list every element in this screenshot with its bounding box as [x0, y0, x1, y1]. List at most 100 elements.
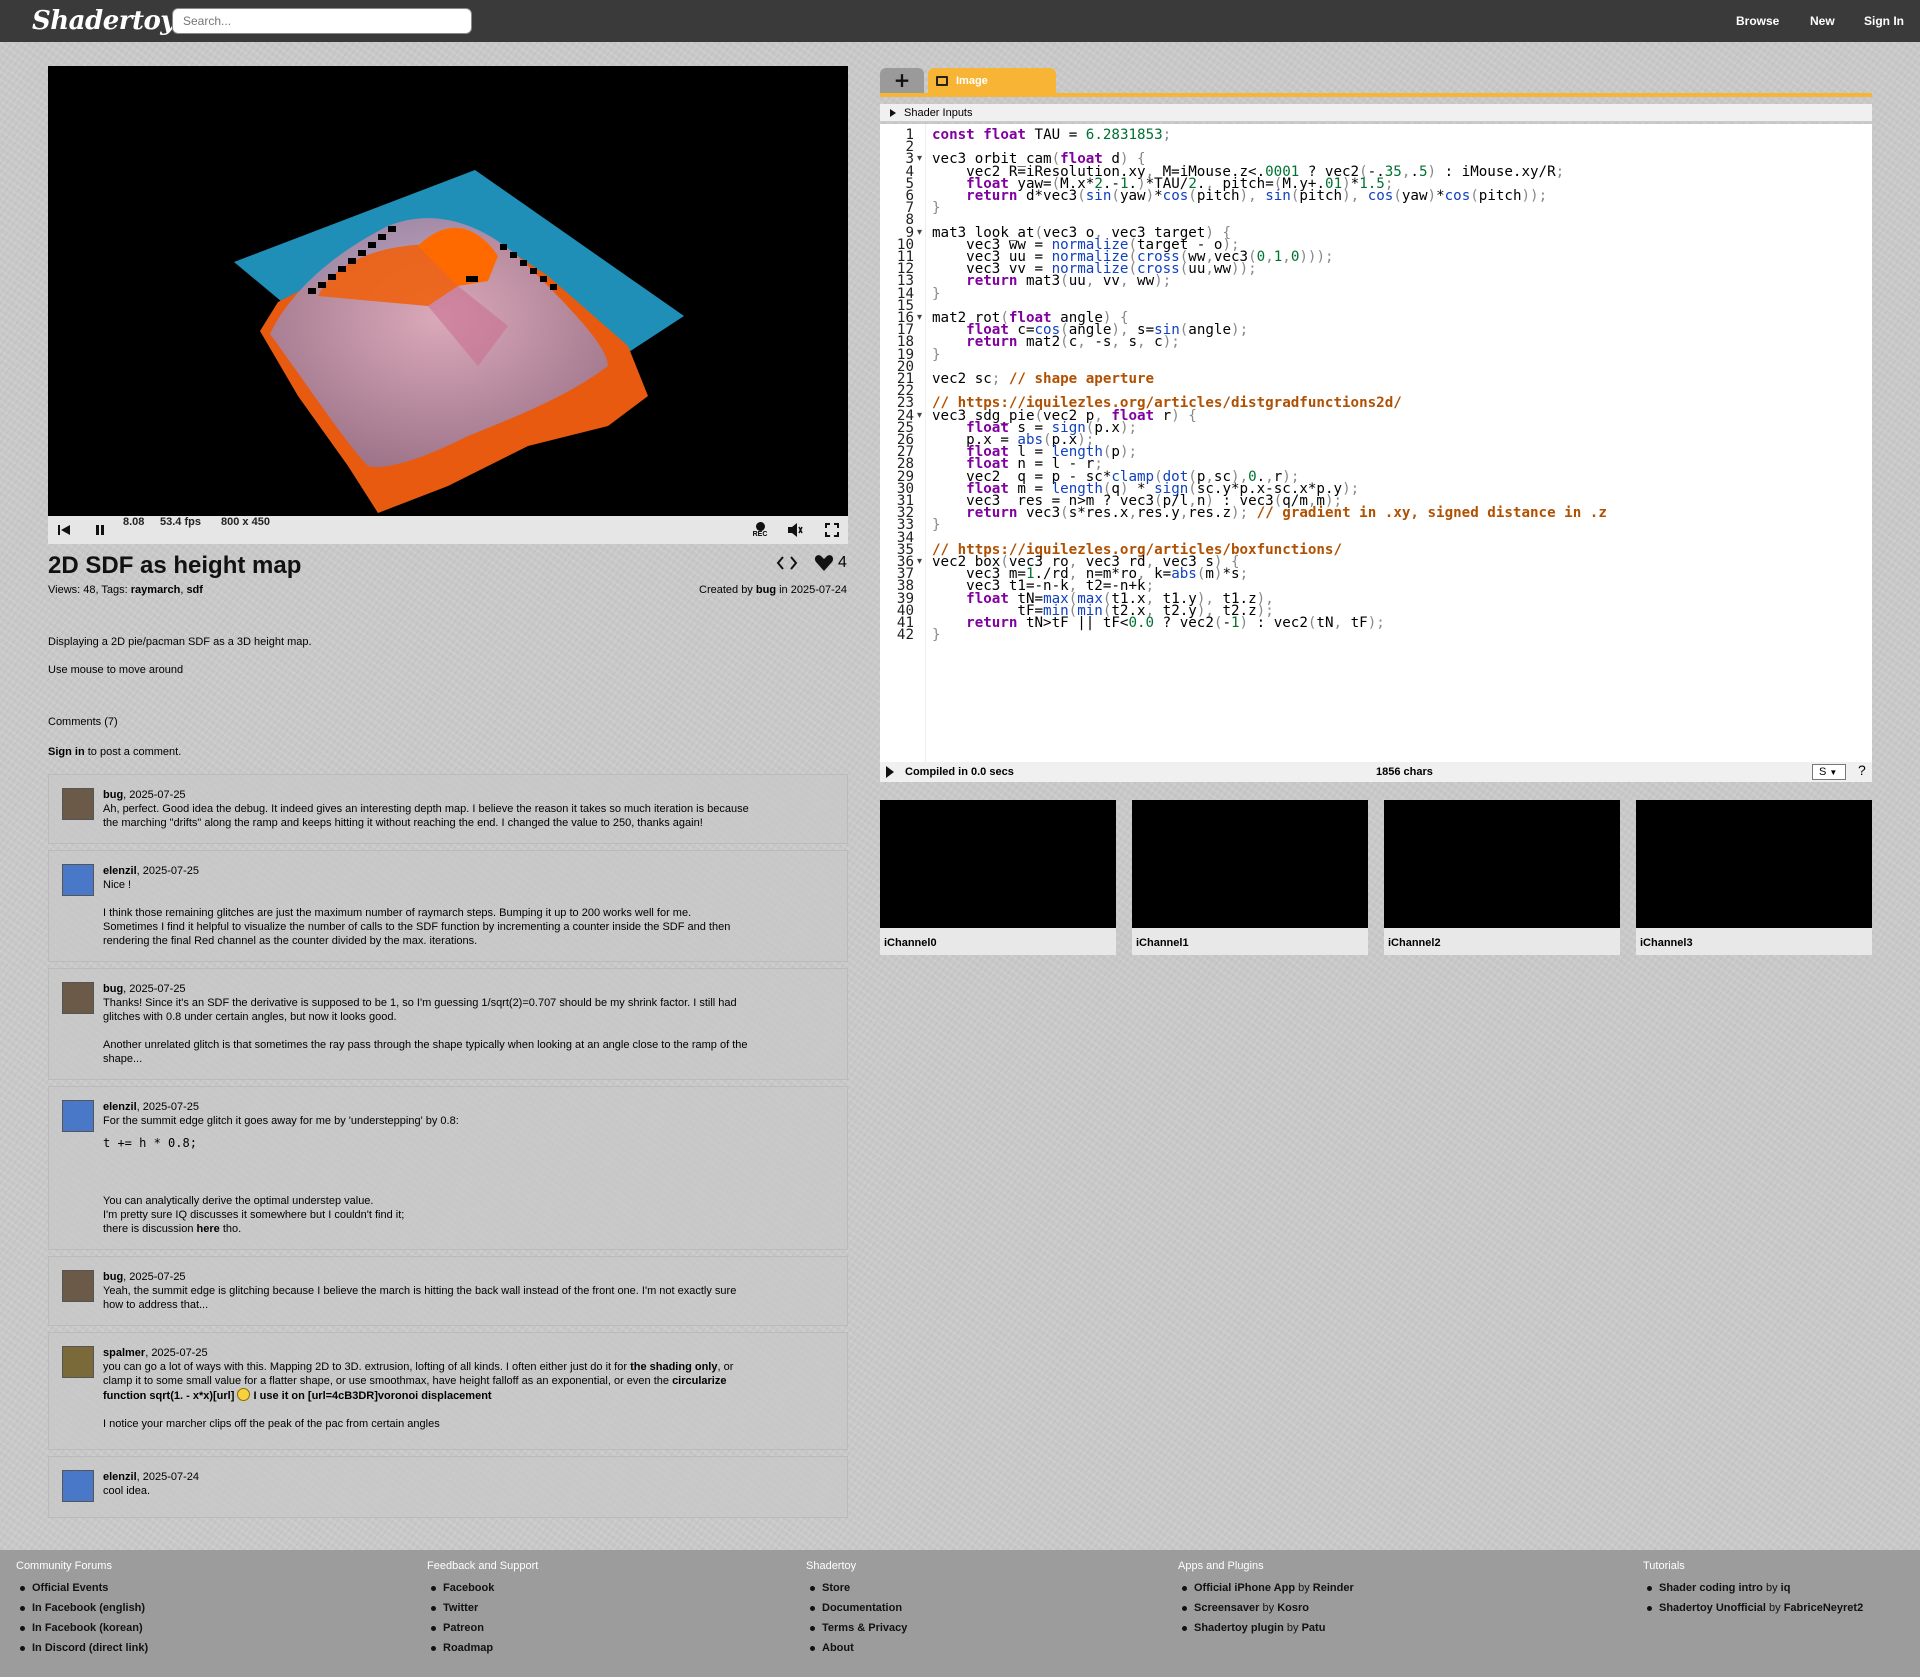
footer-link[interactable]: Documentation — [806, 1602, 907, 1622]
comment: bug, 2025-07-25 Ah, perfect. Good idea t… — [48, 774, 848, 844]
footer-link[interactable]: Shadertoy plugin by Patu — [1178, 1622, 1354, 1642]
comment-date: , 2025-07-25 — [123, 1271, 186, 1283]
shader-meta: Views: 48, Tags: raymarch, sdf — [48, 584, 203, 596]
shader-inputs-toggle[interactable]: Shader Inputs — [880, 104, 1872, 122]
comment-bold: I use it on [url=4cB3DR]voronoi displace… — [250, 1390, 492, 1402]
avatar[interactable] — [62, 788, 94, 820]
footer-link[interactable]: In Facebook (korean) — [16, 1622, 148, 1642]
footer-link[interactable]: Facebook — [427, 1582, 538, 1602]
code-line: return vec3(s*res.x,res.y,res.z); // gra… — [966, 505, 1607, 522]
footer-by: by — [1283, 1622, 1302, 1634]
footer-author-link[interactable]: Patu — [1302, 1622, 1326, 1634]
code-line: } — [932, 517, 941, 534]
channel-1[interactable]: iChannel1 — [1132, 800, 1368, 955]
footer-link[interactable]: Store — [806, 1582, 907, 1602]
comment-date: , 2025-07-25 — [123, 789, 186, 801]
comment-body: elenzil, 2025-07-24 cool idea. — [103, 1470, 817, 1498]
like-button[interactable]: 4 — [814, 554, 847, 572]
code-editor[interactable]: 1 2 3 ▾ 4 5 6 7 8 9 ▾ 10 11 12 13 14 15 16 ▾ 17 18 19 20 21 22 23… — [880, 124, 1872, 762]
avatar[interactable] — [62, 864, 94, 896]
footer-link[interactable]: Shader coding intro by iq — [1643, 1582, 1863, 1602]
comment-user[interactable]: spalmer — [103, 1347, 145, 1359]
nav-sign-in[interactable]: Sign In — [1864, 14, 1904, 28]
pause-button[interactable] — [90, 520, 110, 540]
tag-raymarch[interactable]: raymarch — [131, 584, 181, 596]
footer-author-link[interactable]: Reinder — [1313, 1582, 1354, 1594]
comment-body: bug, 2025-07-25 Ah, perfect. Good idea t… — [103, 788, 817, 830]
record-button[interactable]: REC — [748, 520, 772, 540]
comment-date: , 2025-07-25 — [145, 1347, 208, 1359]
comment-line: how to address that... — [103, 1299, 209, 1311]
avatar[interactable] — [62, 1270, 94, 1302]
view-code-button[interactable] — [776, 554, 798, 575]
footer-link[interactable]: Roadmap — [427, 1642, 538, 1662]
footer-link[interactable]: Screensaver by Kosro — [1178, 1602, 1354, 1622]
footer-link[interactable]: In Facebook (english) — [16, 1602, 148, 1622]
channel-2[interactable]: iChannel2 — [1384, 800, 1620, 955]
volume-button[interactable] — [784, 520, 806, 540]
footer-link[interactable]: Official Events — [16, 1582, 148, 1602]
comments-header: Comments (7) — [48, 716, 118, 728]
top-bar: Shadertoy Browse New Sign In — [0, 0, 1920, 42]
nav-new[interactable]: New — [1810, 14, 1835, 28]
footer-author-link[interactable]: Kosro — [1277, 1602, 1309, 1614]
comment-user[interactable]: elenzil — [103, 865, 137, 877]
footer-link[interactable]: Official iPhone App by Reinder — [1178, 1582, 1354, 1602]
tab-image[interactable]: Image — [928, 68, 1056, 94]
comment-user[interactable]: elenzil — [103, 1471, 137, 1483]
channel-0[interactable]: iChannel0 — [880, 800, 1116, 955]
font-size-select[interactable]: S ▼ — [1812, 764, 1846, 780]
help-button[interactable]: ? — [1858, 762, 1866, 778]
add-tab-button[interactable]: + — [880, 68, 924, 94]
footer-author-link[interactable]: FabriceNeyret2 — [1784, 1602, 1864, 1614]
comment-link[interactable]: here — [197, 1223, 220, 1235]
footer-author-link[interactable]: iq — [1781, 1582, 1791, 1594]
comment-line: clamp it to some small value for a flatt… — [103, 1375, 673, 1387]
avatar[interactable] — [62, 1346, 94, 1378]
comment-user[interactable]: bug — [103, 1271, 123, 1283]
fold-arrow-icon[interactable]: ▾ — [917, 312, 922, 323]
fullscreen-button[interactable] — [822, 520, 842, 540]
shader-canvas[interactable] — [48, 66, 848, 516]
comment-user[interactable]: bug — [103, 789, 123, 801]
comment-user[interactable]: elenzil — [103, 1101, 137, 1113]
fold-arrow-icon[interactable]: ▾ — [917, 410, 922, 421]
search-input[interactable] — [172, 8, 472, 34]
footer-link[interactable]: Twitter — [427, 1602, 538, 1622]
tag-sdf[interactable]: sdf — [186, 584, 203, 596]
footer-link[interactable]: Shadertoy Unofficial by FabriceNeyret2 — [1643, 1602, 1863, 1622]
comment-user[interactable]: bug — [103, 983, 123, 995]
code-line: return mat2(c, -s, s, c); — [966, 334, 1180, 351]
tab-underline — [880, 93, 1872, 97]
avatar[interactable] — [62, 1470, 94, 1502]
fold-arrow-icon[interactable]: ▾ — [917, 153, 922, 164]
footer-link[interactable]: About — [806, 1642, 907, 1662]
comment-line: rendering the final Red channel as the c… — [103, 935, 478, 947]
rewind-button[interactable] — [54, 520, 74, 540]
signin-link[interactable]: Sign in — [48, 746, 85, 758]
channel-3[interactable]: iChannel3 — [1636, 800, 1872, 955]
fold-arrow-icon[interactable]: ▾ — [917, 556, 922, 567]
avatar[interactable] — [62, 982, 94, 1014]
compile-status-bar: Compiled in 0.0 secs 1856 chars S ▼ ? — [880, 762, 1872, 782]
footer-link[interactable]: Terms & Privacy — [806, 1622, 907, 1642]
comment-bold: circularize — [672, 1375, 727, 1387]
nav-browse[interactable]: Browse — [1736, 14, 1779, 28]
channel-label: iChannel1 — [1136, 937, 1189, 949]
rewind-icon — [58, 525, 70, 535]
comment-date: , 2025-07-25 — [136, 1101, 200, 1113]
tab-image-label: Image — [956, 75, 988, 87]
fold-arrow-icon[interactable]: ▾ — [917, 227, 922, 238]
avatar[interactable] — [62, 1100, 94, 1132]
comment-line: Yeah, the summit edge is glitching becau… — [103, 1285, 737, 1297]
play-compile-icon[interactable] — [886, 766, 894, 778]
footer-link[interactable]: Patreon — [427, 1622, 538, 1642]
shadertoy-logo[interactable]: Shadertoy — [32, 6, 175, 36]
comment: spalmer, 2025-07-25 you can go a lot of … — [48, 1332, 848, 1450]
author-link[interactable]: bug — [756, 584, 776, 596]
comment-line: the marching "drifts" along the ramp and… — [103, 817, 703, 829]
triangle-right-icon — [890, 109, 896, 117]
comment-line: I notice your marcher clips off the peak… — [103, 1418, 440, 1430]
footer-link[interactable]: In Discord (direct link) — [16, 1642, 148, 1662]
comment-line: Thanks! Since it's an SDF the derivative… — [103, 997, 737, 1009]
